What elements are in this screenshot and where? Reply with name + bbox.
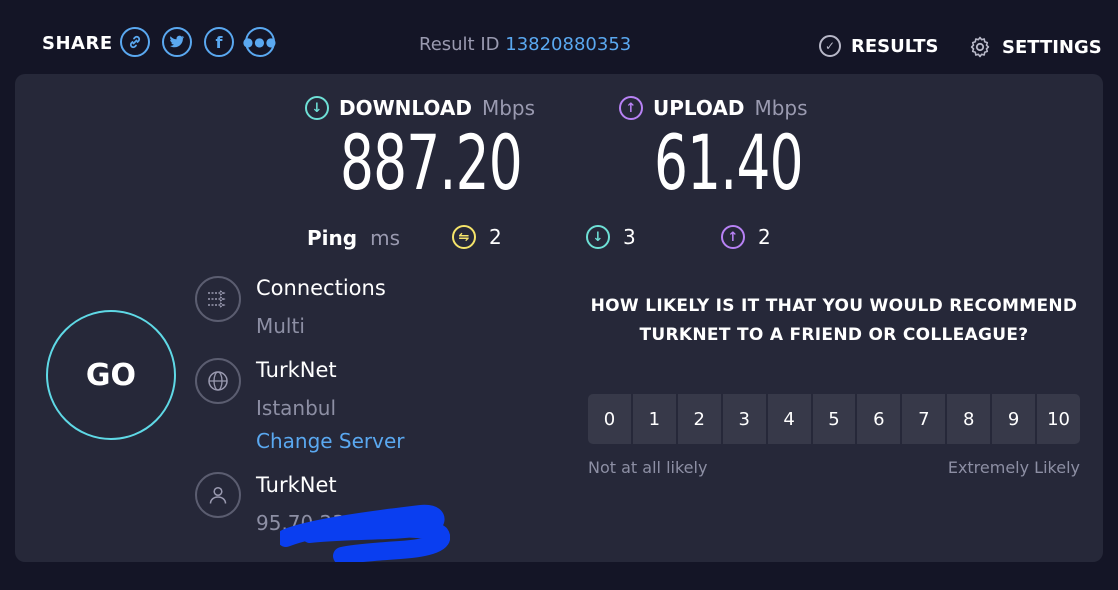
ping-label: Ping xyxy=(307,226,358,250)
rating-option-3[interactable]: 3 xyxy=(722,394,766,444)
rating-option-10[interactable]: 10 xyxy=(1037,394,1080,444)
upload-arrow-icon: ↑ xyxy=(619,96,643,120)
scale-high-label: Extremely Likely xyxy=(947,458,1080,477)
settings-label: SETTINGS xyxy=(1002,36,1102,58)
server-location: Istanbul xyxy=(256,396,337,420)
provider-name: TurkNet xyxy=(256,473,337,497)
connections-icon xyxy=(195,276,241,322)
rating-scale: 0 1 2 3 4 5 6 7 8 9 10 xyxy=(588,394,1080,444)
twitter-icon[interactable] xyxy=(162,27,192,57)
rating-option-6[interactable]: 6 xyxy=(857,394,901,444)
download-unit: Mbps xyxy=(481,96,536,120)
rating-option-4[interactable]: 4 xyxy=(767,394,811,444)
ping-label-group: Ping ms xyxy=(307,226,400,250)
result-id-label: Result ID xyxy=(419,34,500,55)
facebook-icon[interactable]: f xyxy=(204,27,234,57)
rating-option-2[interactable]: 2 xyxy=(677,394,721,444)
redaction-scribble xyxy=(280,504,450,562)
rating-option-0[interactable]: 0 xyxy=(588,394,631,444)
survey-question: HOW LIKELY IS IT THAT YOU WOULD RECOMMEN… xyxy=(590,296,1078,345)
link-icon[interactable] xyxy=(120,27,150,57)
server-name: TurkNet xyxy=(256,358,337,382)
upload-unit: Mbps xyxy=(754,96,808,120)
ping-idle: ⇋ 2 xyxy=(452,225,502,249)
download-arrow-icon: ↓ xyxy=(305,96,329,120)
ping-upload-icon: ↑ xyxy=(721,225,745,249)
connections-value: Multi xyxy=(256,314,305,338)
ping-download-value: 3 xyxy=(623,225,636,249)
rating-option-9[interactable]: 9 xyxy=(992,394,1036,444)
upload-label: UPLOAD xyxy=(653,96,745,120)
ping-idle-value: 2 xyxy=(489,225,502,249)
results-label: RESULTS xyxy=(851,35,939,57)
download-header: ↓ DOWNLOAD Mbps xyxy=(305,96,535,120)
go-button[interactable]: GO xyxy=(46,310,176,440)
share-label: SHARE xyxy=(42,33,113,54)
ping-unit: ms xyxy=(370,226,401,250)
user-icon xyxy=(195,472,241,518)
change-server-link[interactable]: Change Server xyxy=(256,429,405,453)
rating-option-5[interactable]: 5 xyxy=(812,394,856,444)
results-button[interactable]: ✓ RESULTS xyxy=(819,35,938,57)
download-speed: 887.20 xyxy=(340,118,523,207)
result-id-value[interactable]: 13820880353 xyxy=(505,34,631,55)
ping-download-icon: ↓ xyxy=(586,225,610,249)
settings-button[interactable]: SETTINGS xyxy=(968,35,1102,59)
globe-icon xyxy=(195,358,241,404)
ping-download: ↓ 3 xyxy=(586,225,636,249)
gear-icon xyxy=(968,35,992,59)
rating-option-7[interactable]: 7 xyxy=(902,394,946,444)
rating-option-1[interactable]: 1 xyxy=(632,394,676,444)
download-label: DOWNLOAD xyxy=(339,96,472,120)
ping-upload-value: 2 xyxy=(758,225,771,249)
result-id: Result ID 13820880353 xyxy=(419,34,631,55)
connections-title: Connections xyxy=(256,276,386,300)
more-icon[interactable]: ●●● xyxy=(243,27,276,57)
upload-speed: 61.40 xyxy=(654,118,804,207)
check-circle-icon: ✓ xyxy=(819,35,841,57)
upload-header: ↑ UPLOAD Mbps xyxy=(619,96,808,120)
jitter-icon: ⇋ xyxy=(452,225,476,249)
rating-option-8[interactable]: 8 xyxy=(947,394,991,444)
ping-upload: ↑ 2 xyxy=(721,225,771,249)
scale-low-label: Not at all likely xyxy=(588,458,708,477)
